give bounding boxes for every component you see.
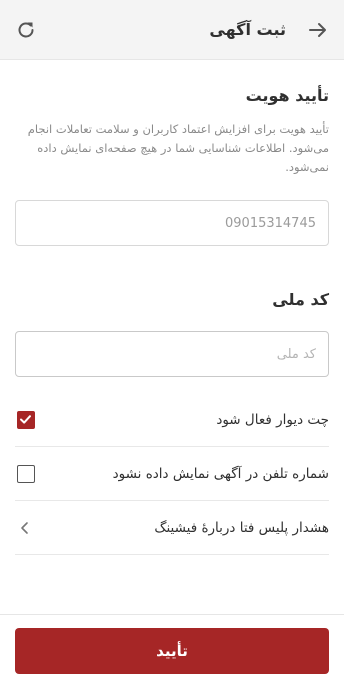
national-code-input[interactable] — [16, 332, 328, 376]
phone-field[interactable] — [15, 200, 329, 246]
hide-phone-checkbox[interactable] — [17, 465, 35, 483]
top-bar: ثبت آگهی — [0, 0, 344, 60]
hide-phone-row[interactable]: شماره تلفن در آگهی نمایش داده نشود — [15, 447, 329, 501]
national-code-title: کد ملی — [272, 290, 329, 309]
bottom-bar: تأیید — [0, 614, 344, 678]
refresh-icon[interactable] — [14, 18, 38, 42]
check-icon — [20, 415, 31, 424]
chevron-left-icon — [17, 520, 33, 536]
identity-description: تأیید هویت برای افزایش اعتماد کاربران و … — [27, 122, 329, 174]
phishing-warning-row[interactable]: هشدار پلیس فتا دربارهٔ فیشینگ — [15, 501, 329, 555]
page-title: ثبت آگهی — [209, 20, 286, 39]
page: ثبت آگهی تأیید هویت تأیید هویت برای افزا… — [0, 0, 344, 678]
phishing-warning-label: هشدار پلیس فتا دربارهٔ فیشینگ — [154, 520, 329, 536]
identity-title: تأیید هویت — [245, 86, 329, 105]
phone-input[interactable] — [16, 201, 328, 245]
chat-checkbox[interactable] — [17, 411, 35, 429]
hide-phone-label: شماره تلفن در آگهی نمایش داده نشود — [112, 466, 329, 482]
national-code-field[interactable] — [15, 331, 329, 377]
arrow-right-icon[interactable] — [306, 18, 330, 42]
chat-toggle-label: چت دیوار فعال شود — [216, 412, 329, 428]
chat-toggle-row[interactable]: چت دیوار فعال شود — [15, 393, 329, 447]
submit-button[interactable]: تأیید — [15, 628, 329, 674]
